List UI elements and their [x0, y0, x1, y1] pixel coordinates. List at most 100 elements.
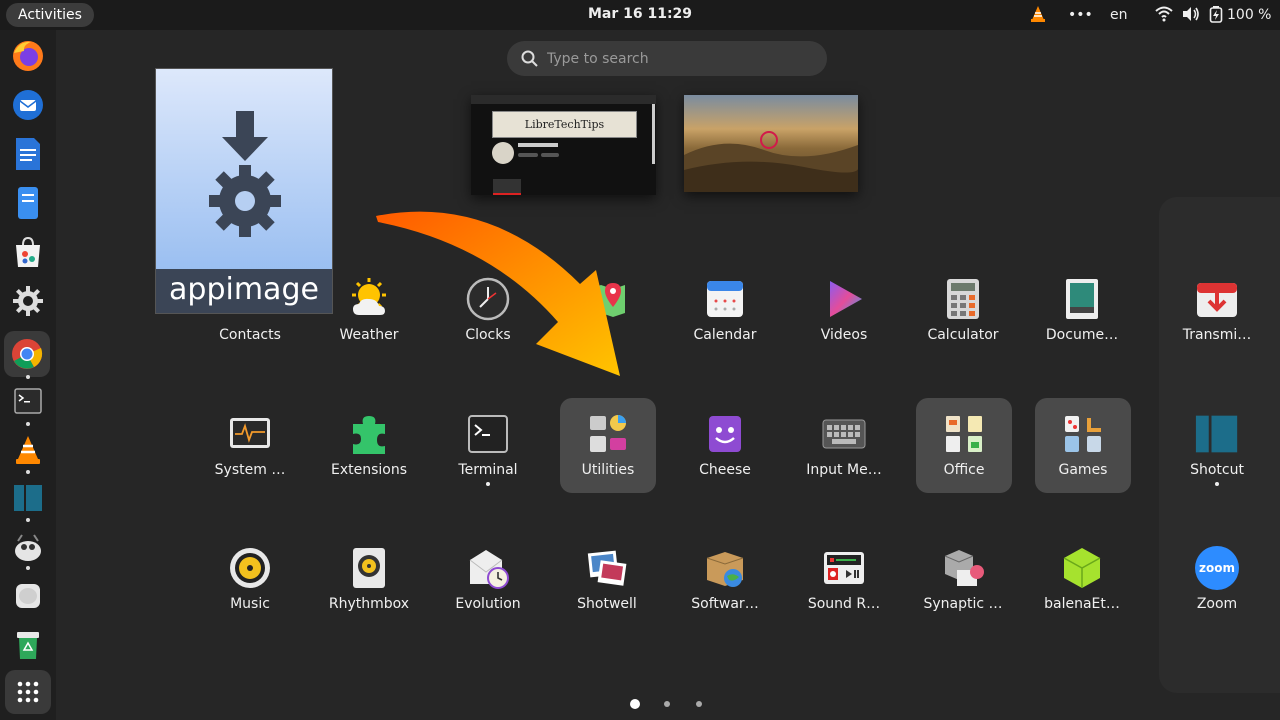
- app-terminal[interactable]: Terminal: [440, 398, 536, 493]
- dock-thunderbird[interactable]: [10, 87, 46, 123]
- transmission-icon: [1195, 277, 1239, 321]
- dock-chrome[interactable]: [4, 331, 50, 377]
- app-label: Synaptic …: [923, 596, 1003, 612]
- app-label: Sound R…: [807, 596, 881, 612]
- desktop-wallpaper: [684, 131, 858, 192]
- app-balena-etcher[interactable]: balenaEt…: [1034, 532, 1130, 627]
- app-label: Evolution: [455, 596, 521, 612]
- orange-arrow: [376, 211, 620, 376]
- app-label: Extensions: [330, 462, 408, 478]
- app-shotcut[interactable]: Shotcut: [1169, 398, 1265, 493]
- channel-button: [541, 153, 559, 157]
- app-videos[interactable]: Videos: [796, 263, 892, 358]
- battery-icon[interactable]: [1209, 6, 1223, 26]
- folder-games[interactable]: Games: [1035, 398, 1131, 493]
- dock-settings[interactable]: [10, 283, 46, 319]
- vlc-tray-icon[interactable]: [1030, 5, 1046, 25]
- trash-icon: [17, 632, 39, 659]
- activities-button[interactable]: Activities: [6, 3, 94, 27]
- utilities-folder-icon: [586, 412, 630, 456]
- app-extensions[interactable]: Extensions: [321, 398, 417, 493]
- app-label: Contacts: [219, 327, 281, 343]
- folder-utilities[interactable]: Utilities: [560, 398, 656, 493]
- app-label: Softwar…: [691, 596, 759, 612]
- dock-terminal[interactable]: [10, 383, 46, 419]
- search-input[interactable]: [547, 41, 817, 76]
- evolution-mail-icon: [466, 546, 510, 590]
- photos-icon: [585, 546, 629, 590]
- app-input-method[interactable]: Input Me…: [796, 398, 892, 493]
- wifi-icon[interactable]: [1155, 6, 1173, 26]
- app-cheese[interactable]: Cheese: [677, 398, 773, 493]
- dock-drive[interactable]: [10, 578, 46, 614]
- volume-icon[interactable]: [1182, 6, 1200, 26]
- app-shotwell[interactable]: Shotwell: [559, 532, 655, 627]
- app-sound-recorder[interactable]: Sound R…: [796, 532, 892, 627]
- vlc-icon: [16, 436, 40, 464]
- gear-icon: [13, 286, 43, 316]
- workspace-thumbnail-1[interactable]: LibreTechTips: [471, 95, 656, 195]
- chrome-icon: [12, 339, 43, 369]
- puzzle-piece-icon: [347, 412, 391, 456]
- battery-percent: 100 %: [1227, 7, 1272, 23]
- app-calculator[interactable]: Calculator: [915, 263, 1011, 358]
- app-document-scanner[interactable]: Docume…: [1034, 263, 1130, 358]
- sound-recorder-icon: [822, 546, 866, 590]
- app-label: Shotwell: [577, 596, 637, 612]
- app-music[interactable]: Music: [202, 532, 298, 627]
- dock-firefox[interactable]: [10, 38, 46, 74]
- dock-libreoffice-writer[interactable]: [10, 136, 46, 172]
- dash-dock: [0, 30, 56, 720]
- drive-icon: [16, 584, 40, 608]
- keyboard-layout-indicator[interactable]: en: [1110, 5, 1128, 25]
- app-synaptic[interactable]: Synaptic …: [915, 532, 1011, 627]
- date-time-clock[interactable]: Mar 16 11:29: [588, 6, 692, 22]
- app-label: Zoom: [1196, 596, 1238, 612]
- running-indicator: [26, 422, 30, 426]
- page-indicator-2[interactable]: [664, 701, 670, 707]
- app-calendar[interactable]: Calendar: [677, 263, 773, 358]
- page-indicator-3[interactable]: [696, 701, 702, 707]
- play-icon: [822, 277, 866, 321]
- folder-office[interactable]: Office: [916, 398, 1012, 493]
- overflow-menu-button[interactable]: •••: [1068, 5, 1093, 25]
- app-rhythmbox[interactable]: Rhythmbox: [321, 532, 417, 627]
- top-bar: Activities Mar 16 11:29 ••• en 100 %: [0, 0, 1280, 30]
- dock-vlc[interactable]: [10, 432, 46, 468]
- dock-software[interactable]: [10, 234, 46, 270]
- zoom-icon: zoom: [1195, 546, 1239, 590]
- running-indicator: [26, 518, 30, 522]
- system-monitor-icon: [228, 412, 272, 456]
- dock-files[interactable]: [10, 185, 46, 221]
- calculator-icon: [941, 277, 985, 321]
- thunderbird-icon: [13, 90, 43, 120]
- app-label: Calculator: [927, 327, 999, 343]
- channel-banner: LibreTechTips: [492, 111, 637, 138]
- app-label: Music: [230, 596, 270, 612]
- dock-gimp[interactable]: [10, 530, 46, 566]
- app-label: System …: [214, 462, 286, 478]
- show-apps-button[interactable]: [5, 670, 51, 714]
- video-thumbnail: [493, 179, 521, 195]
- app-label: Rhythmbox: [328, 596, 410, 612]
- app-software[interactable]: Softwar…: [677, 532, 773, 627]
- app-label: balenaEt…: [1044, 596, 1120, 612]
- app-system-monitor[interactable]: System …: [202, 398, 298, 493]
- app-evolution[interactable]: Evolution: [440, 532, 536, 627]
- synaptic-icon: [941, 546, 985, 590]
- app-zoom[interactable]: zoom Zoom: [1169, 532, 1265, 627]
- office-folder-icon: [942, 412, 986, 456]
- app-label: Shotcut: [1190, 462, 1244, 478]
- app-label: Videos: [820, 327, 868, 343]
- app-transmission[interactable]: Transmi…: [1169, 263, 1265, 358]
- writer-icon: [16, 138, 40, 170]
- page-indicator-1[interactable]: [630, 699, 640, 709]
- dock-shotcut[interactable]: [10, 480, 46, 516]
- workspace-thumbnail-2[interactable]: [684, 95, 858, 192]
- channel-title-line: [518, 143, 558, 147]
- software-box-icon: [703, 546, 747, 590]
- search-bar[interactable]: [507, 41, 827, 76]
- gimp-icon: [15, 534, 41, 561]
- scanner-icon: [1060, 277, 1104, 321]
- dock-trash[interactable]: [10, 627, 46, 663]
